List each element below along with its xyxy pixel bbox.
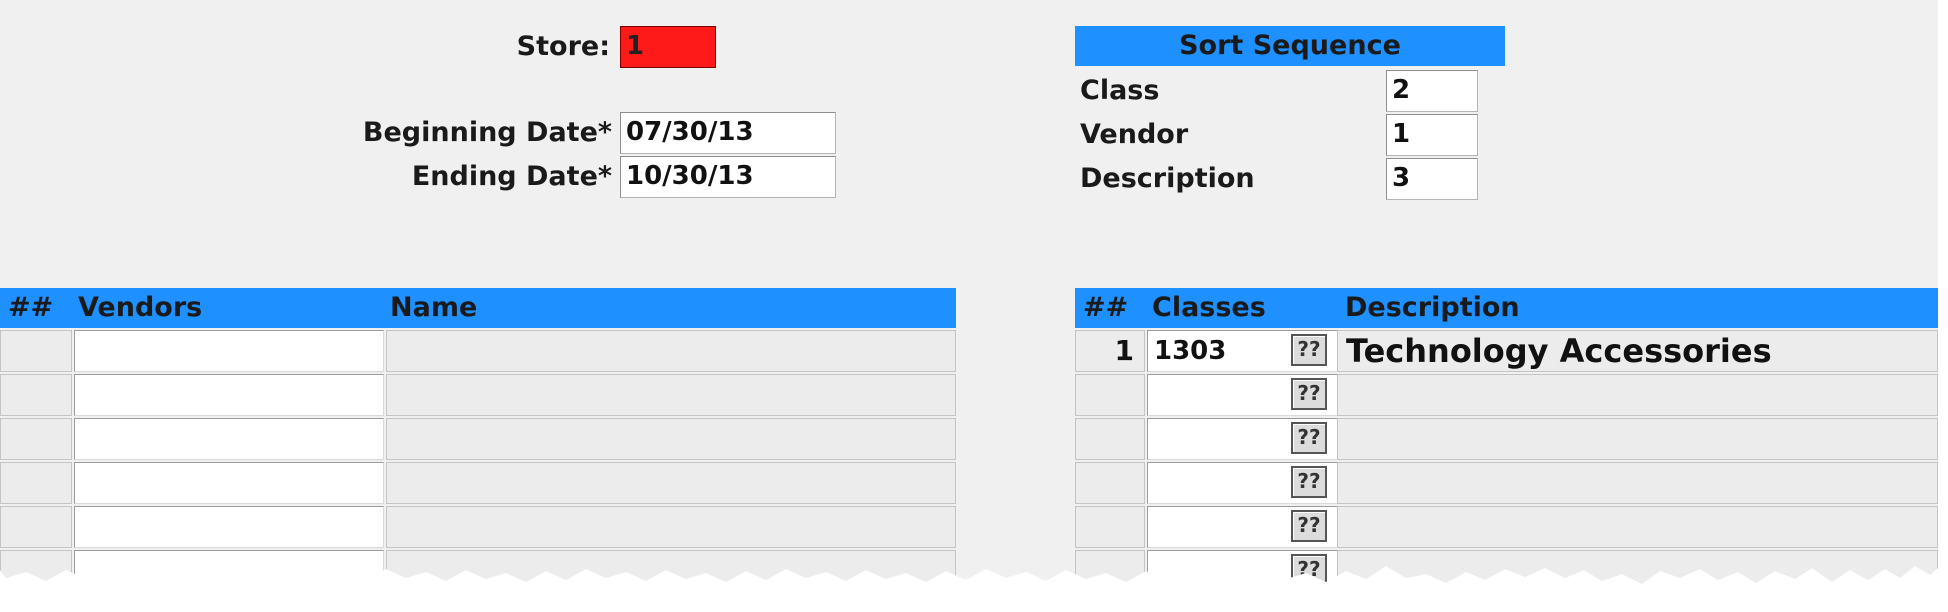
vendor-name-cell: [386, 418, 956, 460]
row-number: [0, 418, 72, 460]
sort-sequence-title: Sort Sequence: [1179, 30, 1401, 61]
classes-col-classes: Classes: [1152, 292, 1266, 323]
vendors-col-vendors: Vendors: [78, 292, 203, 323]
table-row: 1 1303 ?? Technology Accessories: [1075, 330, 1938, 374]
sort-class-label: Class: [1080, 75, 1160, 106]
class-input[interactable]: [1147, 462, 1359, 504]
row-number: [0, 506, 72, 548]
vendors-table-header: ## Vendors Name: [0, 288, 956, 328]
table-row: [0, 418, 956, 462]
class-description-cell: [1337, 374, 1938, 416]
table-row: [0, 506, 956, 550]
store-label: Store:: [516, 31, 610, 62]
row-number: [0, 330, 72, 372]
sort-description-input[interactable]: 3: [1386, 158, 1478, 200]
table-row: ??: [1075, 374, 1938, 418]
sort-vendor-label: Vendor: [1080, 119, 1189, 150]
vendor-input[interactable]: [74, 506, 384, 548]
vendor-name-cell: [386, 330, 956, 372]
sort-sequence-header: Sort Sequence: [1075, 26, 1505, 66]
class-lookup-button[interactable]: ??: [1291, 466, 1327, 498]
classes-table-header: ## Classes Description: [1075, 288, 1938, 328]
vendor-input[interactable]: [74, 374, 384, 416]
table-row: ??: [1075, 418, 1938, 462]
row-number: [1075, 550, 1145, 584]
table-row: [0, 374, 956, 418]
class-lookup-button[interactable]: ??: [1291, 378, 1327, 410]
class-description-cell: [1337, 506, 1938, 548]
beginning-date-label: Beginning Date*: [362, 117, 612, 148]
vendor-name-cell: [386, 506, 956, 548]
row-number: [0, 462, 72, 504]
vendor-name-cell: [386, 550, 956, 584]
row-number: [1075, 462, 1145, 504]
table-row: ??: [1075, 506, 1938, 550]
class-lookup-button[interactable]: ??: [1291, 510, 1327, 542]
sort-class-input[interactable]: 2: [1386, 70, 1478, 112]
class-description-cell: [1337, 418, 1938, 460]
class-lookup-button[interactable]: ??: [1291, 422, 1327, 454]
vendor-input[interactable]: [74, 330, 384, 372]
vendor-input[interactable]: [74, 462, 384, 504]
store-input[interactable]: 1: [620, 26, 716, 68]
row-number: [1075, 418, 1145, 460]
class-input[interactable]: [1147, 418, 1359, 460]
class-lookup-button[interactable]: ??: [1291, 554, 1327, 584]
table-row: ??: [1075, 462, 1938, 506]
vendor-input[interactable]: [74, 418, 384, 460]
class-description-cell: [1337, 462, 1938, 504]
class-description-cell: Technology Accessories: [1337, 330, 1938, 372]
classes-col-description: Description: [1345, 292, 1520, 323]
vendors-col-name: Name: [390, 292, 478, 323]
class-input[interactable]: [1147, 506, 1359, 548]
class-lookup-button[interactable]: ??: [1291, 334, 1327, 366]
beginning-date-input[interactable]: 07/30/13: [620, 112, 836, 154]
row-number: [1075, 506, 1145, 548]
classes-col-num: ##: [1083, 292, 1129, 323]
class-input[interactable]: [1147, 550, 1359, 584]
row-number: 1: [1075, 330, 1145, 372]
vendor-input[interactable]: [74, 550, 384, 584]
table-row: [0, 330, 956, 374]
class-description-cell: [1337, 550, 1938, 584]
row-number: [0, 550, 72, 584]
sort-vendor-input[interactable]: 1: [1386, 114, 1478, 156]
row-number: [0, 374, 72, 416]
vendors-col-num: ##: [8, 292, 54, 323]
ending-date-input[interactable]: 10/30/13: [620, 156, 836, 198]
vendor-name-cell: [386, 462, 956, 504]
sort-description-label: Description: [1080, 163, 1255, 194]
table-row: ??: [1075, 550, 1938, 584]
vendor-name-cell: [386, 374, 956, 416]
table-row: [0, 462, 956, 506]
ending-date-label: Ending Date*: [411, 161, 612, 192]
table-row: [0, 550, 956, 584]
class-input[interactable]: [1147, 374, 1359, 416]
class-input[interactable]: 1303: [1147, 330, 1359, 372]
report-form: Store: 1 Beginning Date* 07/30/13 Ending…: [0, 0, 1938, 584]
row-number: [1075, 374, 1145, 416]
